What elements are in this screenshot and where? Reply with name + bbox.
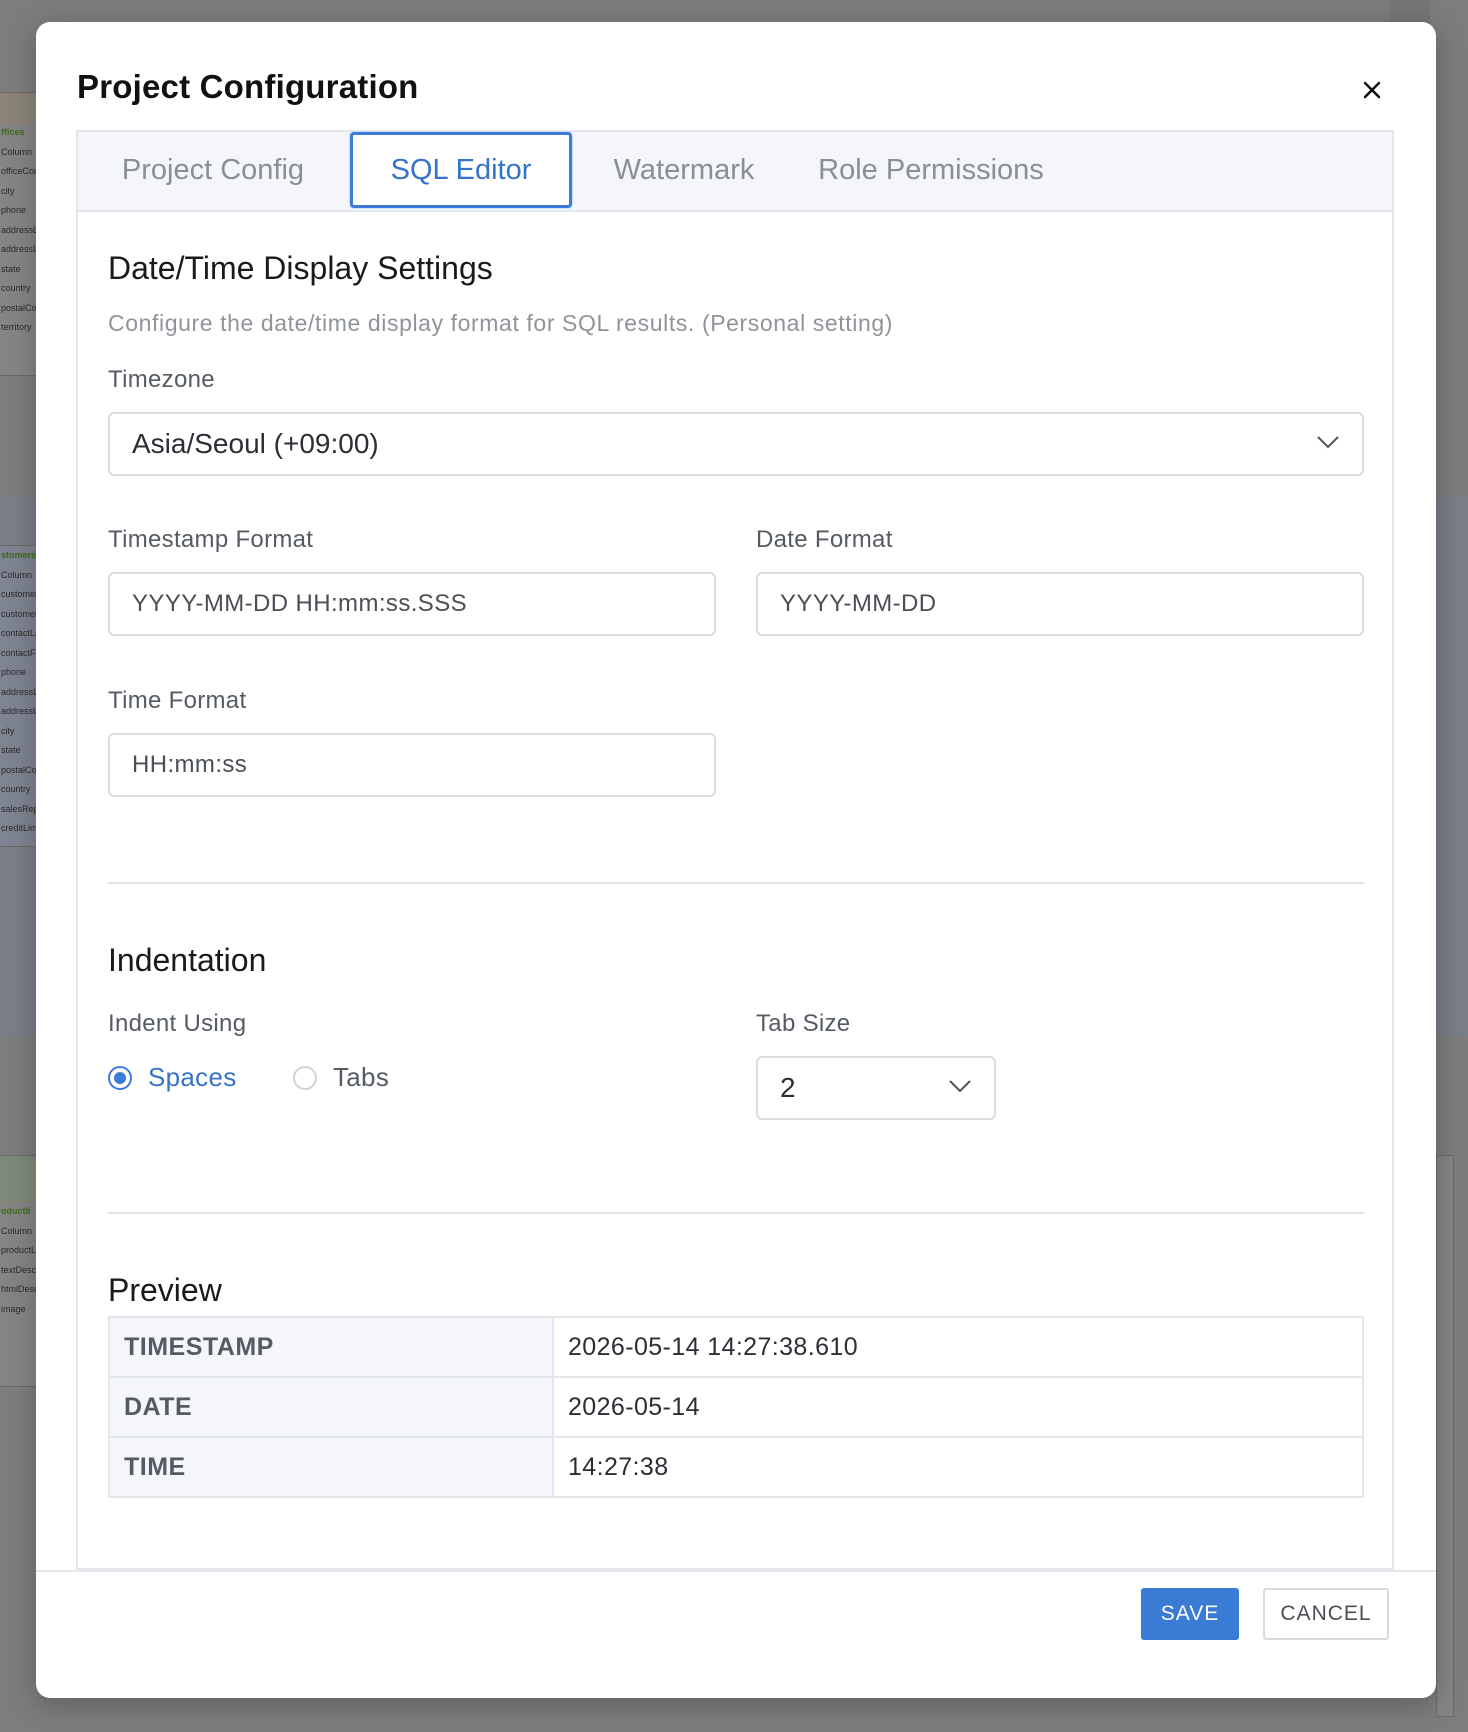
timezone-label: Timezone bbox=[108, 366, 215, 393]
table-row: TIME 14:27:38 bbox=[108, 1436, 1364, 1498]
bg-table-row: addressLi bbox=[1, 244, 39, 254]
bg-table-row: state bbox=[1, 745, 21, 755]
footer-divider bbox=[36, 1570, 1436, 1572]
preview-key: TIMESTAMP bbox=[108, 1316, 554, 1378]
close-button[interactable] bbox=[1352, 70, 1392, 110]
save-button[interactable]: SAVE bbox=[1141, 1588, 1239, 1640]
timezone-select[interactable]: Asia/Seoul (+09:00) bbox=[108, 412, 1364, 476]
bg-table-row: city bbox=[1, 725, 15, 736]
bg-panel-right bbox=[1436, 1155, 1454, 1717]
section-divider bbox=[108, 1212, 1364, 1214]
bg-table-row: phone bbox=[1, 667, 27, 677]
table-row: TIMESTAMP 2026-05-14 14:27:38.610 bbox=[108, 1316, 1364, 1378]
datetime-section-description: Configure the date/time display format f… bbox=[108, 310, 893, 336]
tab-project-config[interactable]: Project Config bbox=[78, 132, 348, 208]
bg-table-row: image bbox=[1, 1303, 26, 1314]
preview-value: 14:27:38 bbox=[552, 1436, 1364, 1498]
bg-table-row: creditLimi bbox=[1, 823, 39, 833]
close-icon bbox=[1363, 81, 1381, 99]
date-format-input[interactable]: YYYY-MM-DD bbox=[756, 572, 1364, 636]
preview-table: TIMESTAMP 2026-05-14 14:27:38.610 DATE 2… bbox=[108, 1316, 1364, 1498]
bg-table-offices: ffices Column officeCod city phone addressLi… bbox=[0, 92, 40, 376]
bg-table-row: textDescri bbox=[1, 1264, 39, 1275]
bg-table-row: city bbox=[1, 185, 15, 196]
datetime-section-title: Date/Time Display Settings bbox=[108, 250, 493, 286]
dialog-title: Project Configuration bbox=[77, 68, 419, 105]
bg-table-title: oductli bbox=[1, 1206, 31, 1216]
table-row: DATE 2026-05-14 bbox=[108, 1376, 1364, 1438]
tab-watermark[interactable]: Watermark bbox=[572, 132, 796, 208]
radio-spaces-label: Spaces bbox=[148, 1062, 237, 1092]
preview-value: 2026-05-14 14:27:38.610 bbox=[552, 1316, 1364, 1378]
bg-table-row: territory bbox=[1, 322, 32, 332]
bg-table-row: customerN bbox=[1, 589, 39, 599]
indentation-section-title: Indentation bbox=[108, 942, 267, 978]
timestamp-format-label: Timestamp Format bbox=[108, 526, 314, 553]
tab-sql-editor[interactable]: SQL Editor bbox=[350, 132, 572, 208]
time-format-input[interactable]: HH:mm:ss bbox=[108, 733, 716, 797]
bg-table-row: Column bbox=[1, 1225, 33, 1236]
bg-table-row: htmlDescr bbox=[1, 1284, 39, 1294]
bg-table-rows: Column customerN customerN contactLa contact… bbox=[0, 566, 39, 839]
bg-table-row: phone bbox=[1, 205, 27, 215]
bg-table-row: addressLi bbox=[1, 224, 39, 235]
tab-size-label: Tab Size bbox=[756, 1010, 851, 1037]
radio-tabs-label: Tabs bbox=[333, 1062, 390, 1092]
bg-table-row: contactLa bbox=[1, 628, 39, 638]
chevron-down-icon bbox=[1317, 436, 1339, 449]
tab-role-permissions[interactable]: Role Permissions bbox=[796, 132, 1066, 208]
bg-table-row: Column bbox=[1, 146, 33, 157]
bg-table-row: addressLi bbox=[1, 706, 39, 716]
bg-table-row: addressLi bbox=[1, 686, 39, 697]
tab-size-value: 2 bbox=[780, 1072, 796, 1103]
bg-table-title: ffices bbox=[1, 127, 25, 137]
bg-table-row: state bbox=[1, 263, 21, 274]
bg-table-row: officeCod bbox=[1, 166, 39, 176]
radio-button-unchecked[interactable] bbox=[293, 1065, 317, 1090]
date-format-value: YYYY-MM-DD bbox=[780, 590, 937, 617]
bg-table-customers: stomers Column customerN customerN contactL… bbox=[0, 545, 40, 847]
indent-using-label: Indent Using bbox=[108, 1010, 247, 1037]
time-format-label: Time Format bbox=[108, 687, 247, 714]
bg-table-row: country bbox=[1, 784, 31, 794]
section-divider bbox=[108, 882, 1364, 884]
chevron-down-icon bbox=[949, 1080, 971, 1093]
bg-table-row: productLi bbox=[1, 1245, 39, 1255]
bg-table-rows: Column productLi textDescri htmlDescr image bbox=[0, 1222, 39, 1320]
cancel-button[interactable]: CANCEL bbox=[1263, 1588, 1389, 1640]
tab-panel-frame: Project Config SQL Editor Watermark Role… bbox=[76, 130, 1394, 1570]
preview-value: 2026-05-14 bbox=[552, 1376, 1364, 1438]
bg-table-rows: Column officeCod city phone addressLi address… bbox=[0, 143, 39, 338]
tab-size-select[interactable]: 2 bbox=[756, 1056, 996, 1120]
bg-table-productlines: oductli Column productLi textDescri htmlDes… bbox=[0, 1155, 40, 1387]
project-configuration-dialog: Project Configuration Project Config SQL… bbox=[36, 22, 1436, 1698]
timestamp-format-value: YYYY-MM-DD HH:mm:ss.SSS bbox=[132, 590, 468, 617]
radio-tabs[interactable]: Tabs bbox=[293, 1062, 389, 1093]
tab-bar: Project Config SQL Editor Watermark Role… bbox=[78, 132, 1392, 212]
radio-spaces[interactable]: Spaces bbox=[108, 1062, 237, 1093]
bg-table-row: customerN bbox=[1, 608, 39, 619]
bg-table-row: postalCod bbox=[1, 302, 39, 313]
bg-table-row: salesRepE bbox=[1, 803, 39, 814]
radio-button-checked[interactable] bbox=[108, 1065, 132, 1090]
bg-strip-right bbox=[1436, 497, 1468, 1037]
bg-table-row: country bbox=[1, 283, 31, 293]
time-format-value: HH:mm:ss bbox=[132, 751, 248, 778]
timestamp-format-input[interactable]: YYYY-MM-DD HH:mm:ss.SSS bbox=[108, 572, 716, 636]
preview-key: TIME bbox=[108, 1436, 554, 1498]
bg-table-row: Column bbox=[1, 569, 33, 580]
bg-table-row: contactFir bbox=[1, 647, 39, 658]
bg-table-row: postalCod bbox=[1, 764, 39, 775]
preview-section-title: Preview bbox=[108, 1272, 222, 1308]
bg-table-title: stomers bbox=[1, 550, 37, 560]
preview-key: DATE bbox=[108, 1376, 554, 1438]
timezone-value: Asia/Seoul (+09:00) bbox=[132, 428, 379, 459]
date-format-label: Date Format bbox=[756, 526, 893, 553]
